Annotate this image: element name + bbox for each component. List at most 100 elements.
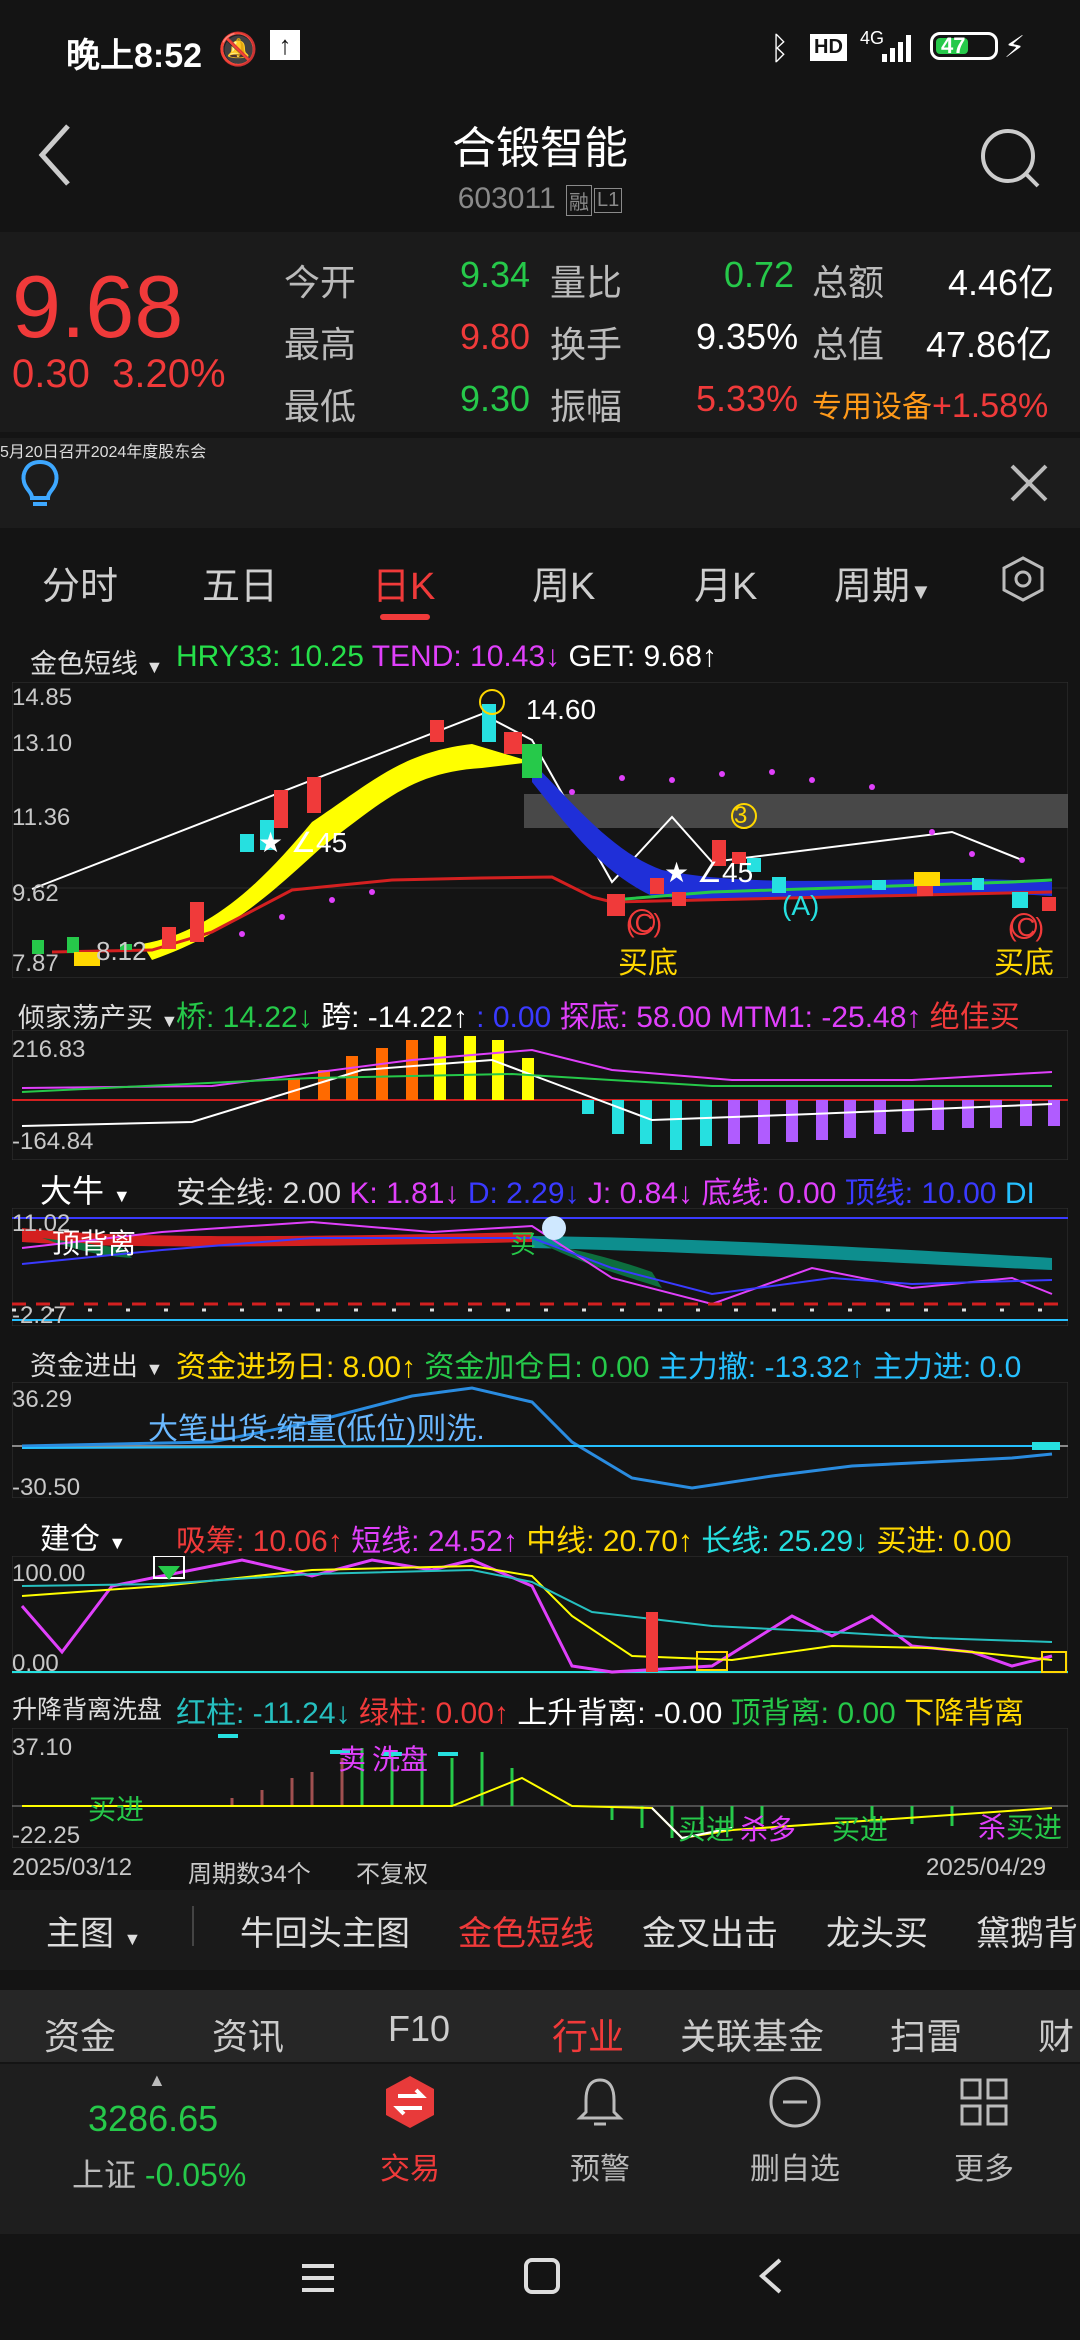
dock-alert[interactable]: 预警 bbox=[550, 2074, 650, 2214]
hry-value: HRY33: 10.25 bbox=[176, 640, 364, 673]
trade-icon bbox=[386, 2076, 434, 2128]
subtab-golden-short[interactable]: 金色短线 bbox=[458, 1906, 594, 1955]
panel5-buy: 买进: 0.00 bbox=[876, 1525, 1012, 1558]
ftab-finance[interactable]: 财 bbox=[1038, 2008, 1074, 2060]
panel6-buy-4: 买进 bbox=[1006, 1812, 1063, 1843]
tab-weekly-k[interactable]: 周K bbox=[532, 555, 595, 610]
dock-more[interactable]: 更多 bbox=[934, 2074, 1034, 2214]
index-name: 上证 bbox=[72, 2157, 137, 2193]
status-bar: 晚上8:52 🔕 ↑ ᛒ HD 4G 47 ⚡ bbox=[0, 0, 1080, 100]
main-candle-chart[interactable] bbox=[12, 682, 1068, 978]
panel6-chart[interactable] bbox=[12, 1728, 1068, 1848]
tab-period[interactable]: 周期▼ bbox=[834, 555, 932, 610]
panel4-selector[interactable]: 资金进出 ▼ bbox=[30, 1344, 163, 1383]
panel5-absorb: 吸筹: 10.06↑ bbox=[176, 1525, 343, 1558]
main-y-tick-1: 14.85 bbox=[12, 684, 73, 711]
panel3-values: 安全线: 2.00 K: 1.81↓ D: 2.29↓ J: 0.84↓ 底线:… bbox=[176, 1168, 1035, 1212]
annotation-angle-1: ★ ∠45 bbox=[258, 827, 348, 858]
panel6-green: 绿柱: 0.00↑ bbox=[358, 1697, 509, 1730]
mark-3: 3 bbox=[734, 802, 748, 829]
angle-2-text: ∠45 bbox=[696, 857, 754, 888]
panel6-top-div: 顶背离: 0.00 bbox=[730, 1697, 896, 1730]
tab-five-day[interactable]: 五日 bbox=[202, 555, 278, 610]
date-end: 2025/04/29 bbox=[926, 1854, 1047, 1881]
ftab-risk-scan[interactable]: 扫雷 bbox=[890, 2008, 962, 2060]
panel6-name[interactable]: 升降背离洗盘 bbox=[12, 1690, 162, 1726]
value-amplitude: 5.33% bbox=[696, 378, 799, 419]
label-open: 今开 bbox=[284, 262, 357, 303]
index-ticker[interactable]: ▲ 3286.65 上证 -0.05% bbox=[60, 2070, 260, 2220]
industry-change: +1.58% bbox=[932, 387, 1049, 425]
panel6-y-bot: -22.25 bbox=[12, 1822, 81, 1849]
ftab-news[interactable]: 资讯 bbox=[212, 2008, 284, 2060]
value-high: 9.80 bbox=[460, 316, 531, 357]
home-icon[interactable] bbox=[522, 2256, 562, 2296]
tab-daily-k[interactable]: 日K bbox=[372, 555, 435, 610]
panel2-y-top: 216.83 bbox=[12, 1036, 86, 1063]
panel5-chart[interactable] bbox=[12, 1556, 1068, 1674]
close-notice-button[interactable] bbox=[1006, 460, 1052, 506]
index-change: -0.05% bbox=[144, 2157, 247, 2193]
ftab-industry[interactable]: 行业 bbox=[552, 2008, 624, 2060]
caret-down-icon: ▼ bbox=[123, 1929, 142, 1949]
subtab-niu-hui-tou[interactable]: 牛回头主图 bbox=[240, 1906, 410, 1955]
panel6-kill-2: 杀 bbox=[978, 1812, 1007, 1843]
tab-period-label: 周期 bbox=[834, 566, 911, 608]
value-low: 9.30 bbox=[460, 378, 531, 419]
caret-down-icon: ▼ bbox=[910, 579, 932, 604]
dock-alert-label: 预警 bbox=[570, 2153, 630, 2186]
search-button[interactable] bbox=[976, 124, 1046, 194]
bell-icon bbox=[576, 2078, 624, 2126]
panel3-selector[interactable]: 大牛 ▼ bbox=[40, 1166, 131, 1212]
panel6-buy-2: 买进 bbox=[678, 1814, 735, 1845]
subtab-main-label: 主图 bbox=[46, 1915, 114, 1953]
ftab-related-funds[interactable]: 关联基金 bbox=[680, 2008, 824, 2060]
dock-trade[interactable]: 交易 bbox=[360, 2074, 460, 2214]
caret-down-icon: ▼ bbox=[108, 1533, 127, 1553]
get-value: GET: 9.68↑ bbox=[568, 640, 717, 673]
buy-bottom-2: 买底 bbox=[994, 947, 1054, 980]
index-info: 上证 -0.05% bbox=[72, 2150, 246, 2196]
subtab-leader-buy[interactable]: 龙头买 bbox=[826, 1906, 928, 1955]
ftab-f10[interactable]: F10 bbox=[388, 2008, 450, 2050]
change-value: 0.30 bbox=[12, 352, 90, 396]
ftab-funds[interactable]: 资金 bbox=[44, 2008, 116, 2060]
nav-back-icon[interactable] bbox=[752, 2256, 792, 2296]
panel2-y-bot: -164.84 bbox=[12, 1128, 94, 1155]
panel5-selector[interactable]: 建仓 ▼ bbox=[40, 1514, 126, 1558]
mark-c-2: (C) bbox=[1008, 912, 1045, 942]
index-value: 3286.65 bbox=[88, 2098, 219, 2139]
caret-down-icon: ▼ bbox=[145, 1359, 164, 1379]
panel3-chart[interactable] bbox=[12, 1208, 1068, 1326]
period-count: 周期数34个 bbox=[188, 1861, 311, 1888]
tab-intraday[interactable]: 分时 bbox=[42, 555, 118, 610]
charging-icon: ⚡ bbox=[1004, 31, 1026, 64]
panel4-withdraw: 主力撤: -13.32↑ bbox=[657, 1351, 865, 1384]
tab-monthly-k[interactable]: 月K bbox=[694, 555, 757, 610]
dock-more-label: 更多 bbox=[954, 2153, 1014, 2186]
annotation-high: 14.60 bbox=[526, 694, 597, 725]
panel4-annotation: 大笔出货.缩量(低位)则洗. bbox=[148, 1413, 485, 1446]
value-marketcap: 47.86亿 bbox=[926, 324, 1053, 365]
subtab-golden-cross[interactable]: 金叉出击 bbox=[642, 1906, 778, 1955]
panel6-rise-div: 上升背离: -0.00 bbox=[517, 1697, 723, 1730]
label-amplitude: 振幅 bbox=[550, 386, 623, 427]
dock-remove-watch[interactable]: 删自选 bbox=[730, 2074, 860, 2214]
adjustment-mode[interactable]: 不复权 bbox=[356, 1854, 428, 1889]
main-indicator-selector[interactable]: 金色短线 ▼ bbox=[30, 642, 163, 681]
notice-text: 5月20日召开2024年度股东会 bbox=[0, 444, 207, 461]
battery-icon: 47 bbox=[930, 32, 998, 60]
panel2-name: 倾家荡产买 bbox=[18, 1003, 153, 1033]
panel4-name: 资金进出 bbox=[30, 1351, 138, 1381]
industry-link[interactable]: 专用设备+1.58% bbox=[812, 382, 1048, 426]
panel2-chart[interactable] bbox=[12, 1030, 1068, 1160]
price-change: 0.30 3.20% bbox=[12, 352, 226, 397]
main-y-tick-4: 9.62 bbox=[12, 880, 59, 907]
subtab-daie[interactable]: 黛鹅背 bbox=[976, 1906, 1078, 1955]
active-tab-indicator bbox=[380, 614, 430, 620]
stock-name: 合锻智能 bbox=[452, 124, 628, 173]
subtab-main[interactable]: 主图 ▼ bbox=[46, 1906, 141, 1955]
settings-hex-icon[interactable] bbox=[998, 554, 1048, 604]
menu-icon[interactable] bbox=[298, 2258, 338, 2298]
panel3-bottom: 底线: 0.00 bbox=[701, 1177, 837, 1210]
